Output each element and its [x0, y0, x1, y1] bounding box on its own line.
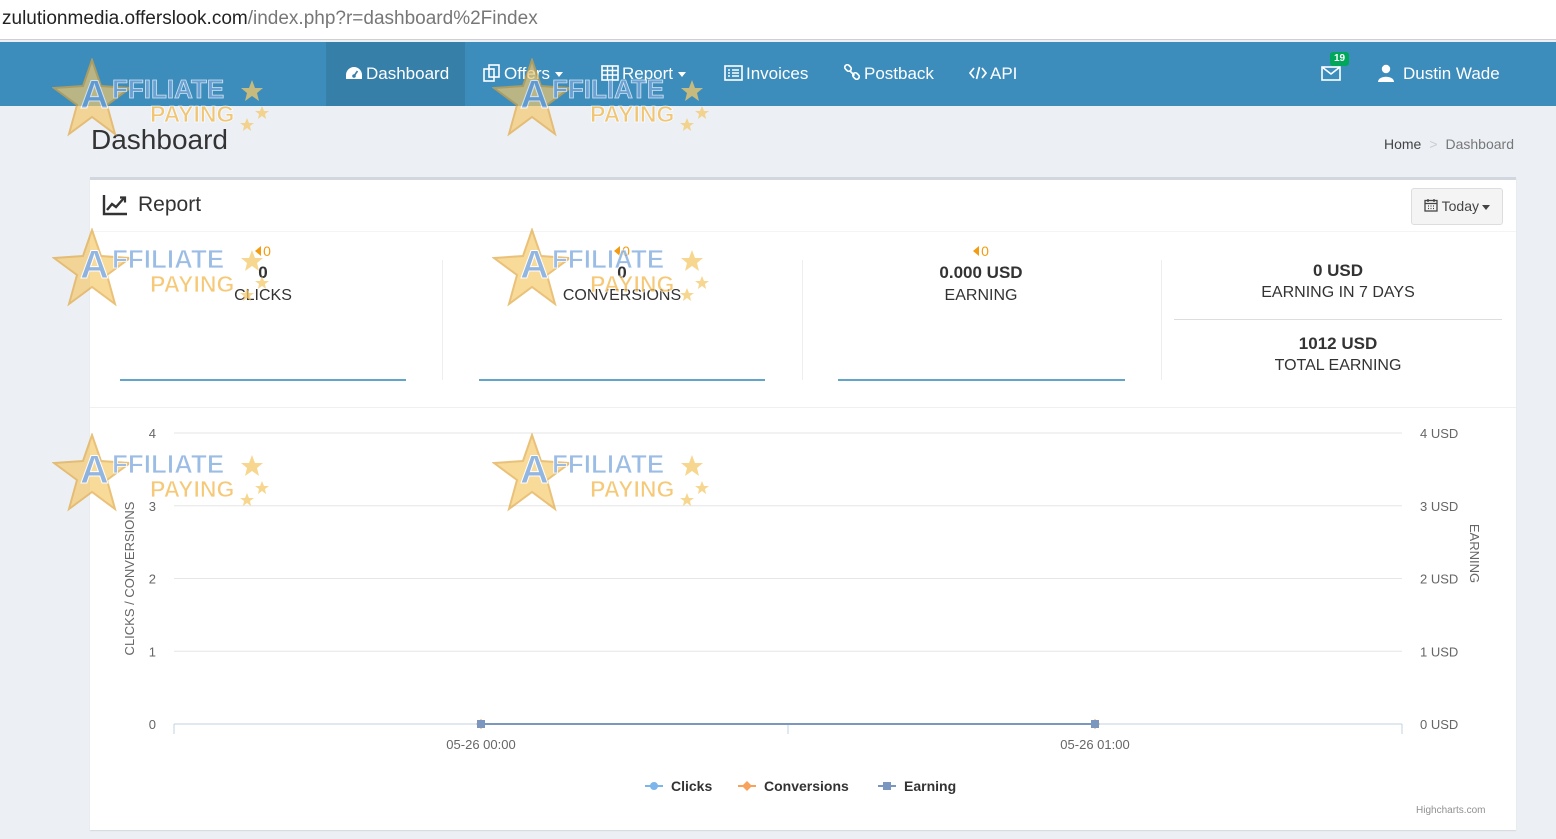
report-chart: 0 1 2 3 4 0 USD 1 USD 2 USD 3 USD 4 USD 05-26 00:0… — [122, 426, 1482, 794]
y-tick-left: 2 — [149, 572, 156, 587]
x-tick-label: 05-26 01:00 — [1060, 737, 1129, 752]
chevron-down-icon — [678, 72, 687, 78]
legend-marker — [650, 782, 658, 790]
legend-item-clicks[interactable]: Clicks — [671, 778, 712, 794]
nav-offers[interactable]: Offers — [483, 42, 563, 106]
y-tick-left: 0 — [149, 717, 156, 732]
user-icon — [1378, 64, 1394, 83]
nav-invoices[interactable]: Invoices — [724, 42, 808, 106]
x-tick-label: 05-26 00:00 — [446, 737, 515, 752]
dashboard-icon — [346, 67, 362, 80]
top-navbar: Dashboard Offers Report Invoices Postbac… — [0, 42, 1556, 106]
y-tick-right: 4 USD — [1420, 426, 1458, 441]
envelope-icon — [1321, 66, 1341, 81]
url-path: /index.php?r=dashboard%2Findex — [247, 8, 538, 29]
legend-item-earning[interactable]: Earning — [904, 778, 956, 794]
y-tick-left: 3 — [149, 499, 156, 514]
nav-api[interactable]: API — [968, 42, 1018, 106]
code-icon — [968, 66, 988, 80]
report-box: Report Today 0 0 CLICKS 0 0 CONVERSIONS … — [90, 177, 1516, 830]
data-point-earning — [477, 720, 485, 728]
nav-postback-label: Postback — [864, 64, 934, 83]
y-tick-right: 0 USD — [1420, 717, 1458, 732]
user-menu[interactable]: Dustin Wade — [1377, 42, 1500, 106]
browser-address-bar[interactable]: zulutionmedia.offerslook.com/index.php?r… — [0, 0, 1556, 40]
mail-count-badge: 19 — [1330, 52, 1350, 66]
nav-invoices-label: Invoices — [746, 64, 809, 83]
nav-postback[interactable]: Postback — [843, 42, 934, 106]
y-tick-right: 1 USD — [1420, 644, 1458, 659]
link-icon — [843, 63, 861, 81]
page-title: Dashboard — [91, 124, 228, 155]
y-tick-right: 2 USD — [1420, 572, 1458, 587]
nav-dashboard-label: Dashboard — [366, 64, 450, 83]
y-axis-title-left: CLICKS / CONVERSIONS — [122, 501, 137, 655]
user-name: Dustin Wade — [1403, 64, 1500, 83]
chevron-down-icon — [554, 72, 563, 78]
nav-api-label: API — [990, 64, 1018, 83]
nav-report-label: Report — [622, 64, 674, 83]
y-tick-right: 3 USD — [1420, 499, 1458, 514]
legend-marker — [883, 782, 891, 790]
url-host: zulutionmedia.offerslook.com — [2, 8, 248, 29]
highcharts-credit[interactable]: Highcharts.com — [1416, 805, 1485, 816]
breadcrumb-home[interactable]: Home — [1384, 136, 1421, 152]
nav-dashboard[interactable]: Dashboard — [326, 42, 465, 106]
nav-offers-label: Offers — [504, 64, 550, 83]
breadcrumb: Home > Dashboard — [1384, 136, 1514, 152]
y-tick-left: 4 — [149, 426, 156, 441]
y-axis-title-right: EARNING — [1467, 524, 1482, 583]
breadcrumb-separator: > — [1429, 136, 1438, 152]
list-icon — [724, 65, 743, 81]
y-tick-left: 1 — [149, 644, 156, 659]
nav-report[interactable]: Report — [601, 42, 687, 106]
legend-item-conversions[interactable]: Conversions — [764, 778, 849, 794]
table-icon — [601, 65, 619, 81]
offers-icon — [483, 64, 500, 82]
data-point-earning — [1091, 720, 1099, 728]
legend-marker — [742, 781, 752, 791]
url-text[interactable]: zulutionmedia.offerslook.com/index.php?r… — [2, 8, 538, 30]
breadcrumb-current: Dashboard — [1445, 136, 1515, 152]
